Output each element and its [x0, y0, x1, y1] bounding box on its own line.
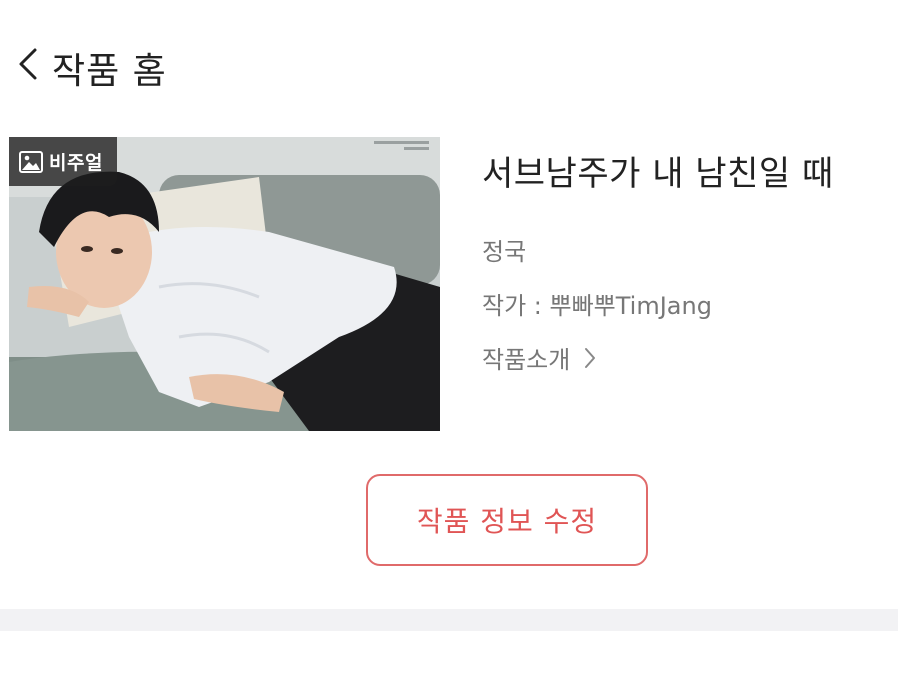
- chevron-right-icon: [585, 347, 596, 368]
- visual-badge-label: 비주얼: [49, 152, 103, 174]
- work-author: 작가 : 뿌빠뿌TimJang: [482, 292, 712, 320]
- header: 작품 홈: [0, 0, 898, 130]
- section-divider: [0, 609, 898, 631]
- edit-work-info-button[interactable]: 작품 정보 수정: [366, 474, 648, 566]
- edit-work-info-label: 작품 정보 수정: [416, 505, 598, 538]
- work-title: 서브남주가 내 남친일 때: [482, 154, 834, 194]
- chevron-left-icon: [19, 48, 37, 80]
- work-intro-link[interactable]: 작품소개: [482, 340, 596, 375]
- work-intro-label: 작품소개: [482, 346, 571, 374]
- back-button[interactable]: [14, 44, 42, 84]
- image-icon: [19, 150, 43, 173]
- work-tag[interactable]: 정국: [482, 232, 526, 267]
- page-title: 작품 홈: [52, 51, 167, 92]
- visual-badge: 비주얼: [9, 137, 117, 186]
